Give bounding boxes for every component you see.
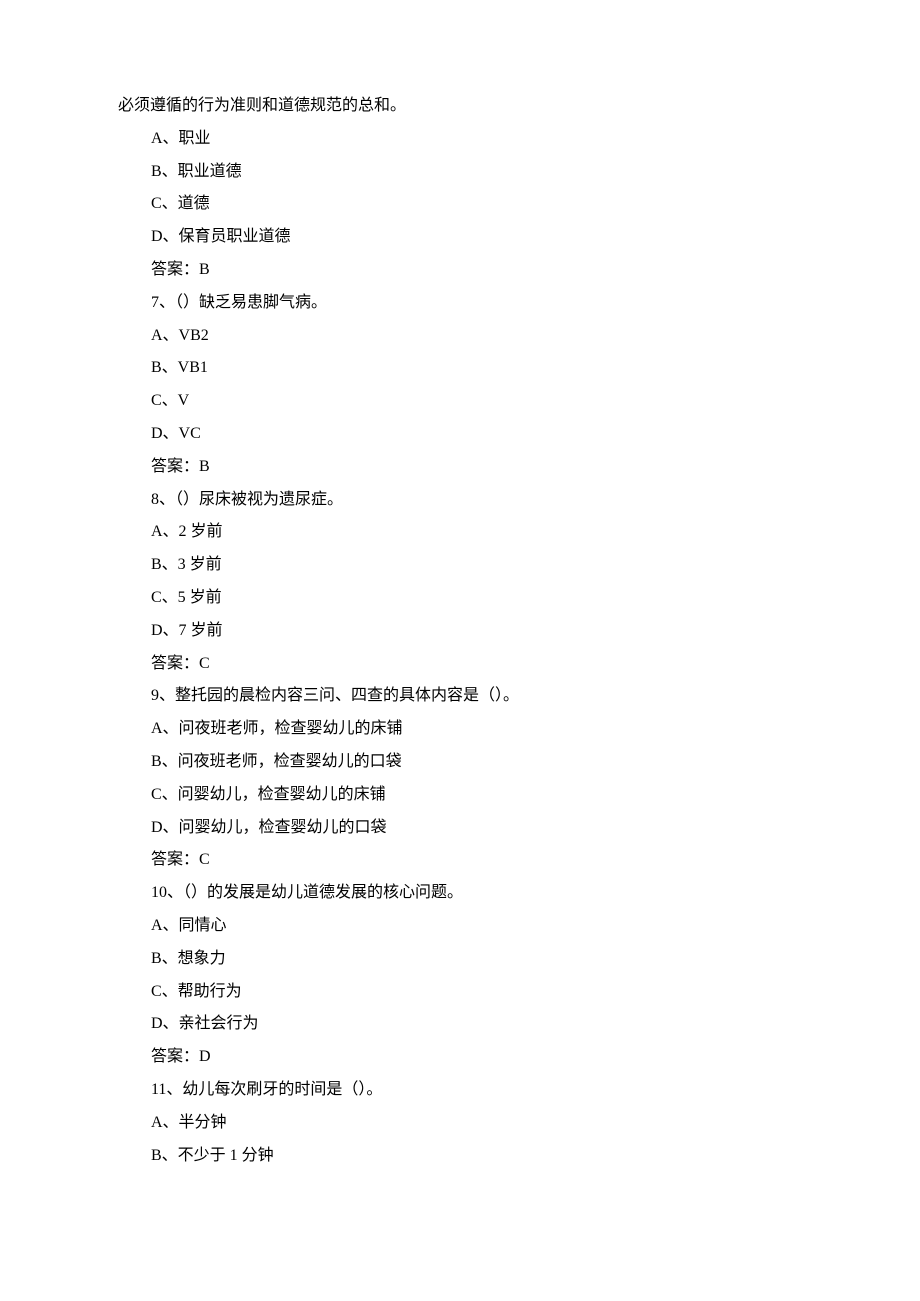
q11-option-b: B、不少于 1 分钟 xyxy=(0,1140,920,1173)
q8-option-a: A、2 岁前 xyxy=(0,516,920,549)
q9-option-a: A、问夜班老师，检查婴幼儿的床铺 xyxy=(0,713,920,746)
q8-stem: 8、（）尿床被视为遗尿症。 xyxy=(0,484,920,517)
q7-option-b: B、VB1 xyxy=(0,352,920,385)
q9-option-d: D、问婴幼儿，检查婴幼儿的口袋 xyxy=(0,812,920,845)
q10-option-c: C、帮助行为 xyxy=(0,976,920,1009)
q8-option-b: B、3 岁前 xyxy=(0,549,920,582)
q11-stem: 11、幼儿每次刷牙的时间是（）。 xyxy=(0,1074,920,1107)
q9-option-b: B、问夜班老师，检查婴幼儿的口袋 xyxy=(0,746,920,779)
q6-option-b: B、职业道德 xyxy=(0,156,920,189)
q7-option-c: C、V xyxy=(0,385,920,418)
q9-option-c: C、问婴幼儿，检查婴幼儿的床铺 xyxy=(0,779,920,812)
q7-option-a: A、VB2 xyxy=(0,320,920,353)
q6-option-c: C、道德 xyxy=(0,188,920,221)
q11-option-a: A、半分钟 xyxy=(0,1107,920,1140)
q10-stem: 10、（）的发展是幼儿道德发展的核心问题。 xyxy=(0,877,920,910)
q10-option-b: B、想象力 xyxy=(0,943,920,976)
q6-option-d: D、保育员职业道德 xyxy=(0,221,920,254)
intro-line: 必须遵循的行为准则和道德规范的总和。 xyxy=(0,90,920,123)
q10-option-a: A、同情心 xyxy=(0,910,920,943)
q8-option-c: C、5 岁前 xyxy=(0,582,920,615)
q7-option-d: D、VC xyxy=(0,418,920,451)
q10-answer: 答案：D xyxy=(0,1041,920,1074)
q10-option-d: D、亲社会行为 xyxy=(0,1008,920,1041)
q7-answer: 答案：B xyxy=(0,451,920,484)
q9-stem: 9、整托园的晨检内容三问、四查的具体内容是（）。 xyxy=(0,680,920,713)
q8-option-d: D、7 岁前 xyxy=(0,615,920,648)
document-page: 必须遵循的行为准则和道德规范的总和。 A、职业 B、职业道德 C、道德 D、保育… xyxy=(0,0,920,1301)
q6-answer: 答案：B xyxy=(0,254,920,287)
q6-option-a: A、职业 xyxy=(0,123,920,156)
q9-answer: 答案：C xyxy=(0,844,920,877)
q8-answer: 答案：C xyxy=(0,648,920,681)
q7-stem: 7、（）缺乏易患脚气病。 xyxy=(0,287,920,320)
